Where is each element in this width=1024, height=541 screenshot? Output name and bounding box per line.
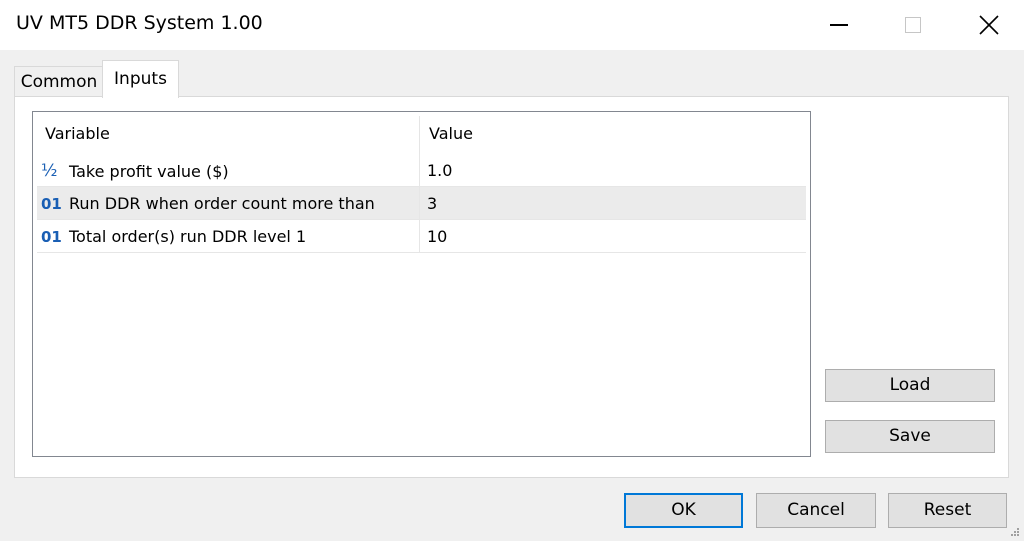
cell-divider [419, 154, 420, 186]
reset-button[interactable]: Reset [888, 493, 1007, 528]
tab-inputs[interactable]: Inputs [102, 60, 179, 98]
ok-button[interactable]: OK [624, 493, 743, 528]
variable-name: Run DDR when order count more than [69, 194, 375, 213]
variable-cell: ½ Take profit value ($) [41, 161, 229, 181]
integer-icon: 01 [41, 227, 62, 246]
save-button[interactable]: Save [825, 420, 995, 453]
table-row-selected[interactable]: 01 Run DDR when order count more than 3 [37, 187, 806, 220]
maximize-button[interactable] [874, 0, 952, 50]
resize-grip-icon[interactable] [1010, 527, 1020, 537]
window-title: UV MT5 DDR System 1.00 [16, 12, 263, 34]
close-button[interactable] [950, 0, 1024, 50]
maximize-icon [905, 17, 921, 33]
load-button[interactable]: Load [825, 369, 995, 402]
title-bar[interactable]: UV MT5 DDR System 1.00 [0, 0, 1024, 50]
table-row[interactable]: ½ Take profit value ($) 1.0 [37, 154, 806, 187]
cell-divider [419, 187, 420, 219]
column-header-value[interactable]: Value [429, 124, 473, 143]
column-header-variable[interactable]: Variable [45, 124, 110, 143]
inputs-grid[interactable]: Variable Value ½ Take profit value ($) 1… [32, 111, 811, 457]
integer-icon: 01 [41, 194, 62, 213]
column-divider[interactable] [419, 116, 420, 154]
double-icon: ½ [41, 161, 58, 181]
value-cell[interactable]: 3 [427, 194, 437, 213]
tab-common[interactable]: Common [14, 66, 104, 97]
dialog-window: UV MT5 DDR System 1.00 Common Inputs Var… [0, 0, 1024, 541]
grid-header: Variable Value [33, 112, 810, 154]
variable-name: Take profit value ($) [69, 161, 229, 181]
variable-name: Total order(s) run DDR level 1 [69, 227, 307, 246]
close-icon [979, 15, 999, 35]
cell-divider [419, 220, 420, 252]
minimize-icon [830, 24, 848, 26]
cancel-button[interactable]: Cancel [756, 493, 876, 528]
table-row[interactable]: 01 Total order(s) run DDR level 1 10 [37, 220, 806, 253]
minimize-button[interactable] [800, 0, 878, 50]
variable-cell: 01 Total order(s) run DDR level 1 [41, 227, 306, 246]
value-cell[interactable]: 1.0 [427, 161, 452, 180]
value-cell[interactable]: 10 [427, 227, 447, 246]
variable-cell: 01 Run DDR when order count more than [41, 194, 375, 213]
